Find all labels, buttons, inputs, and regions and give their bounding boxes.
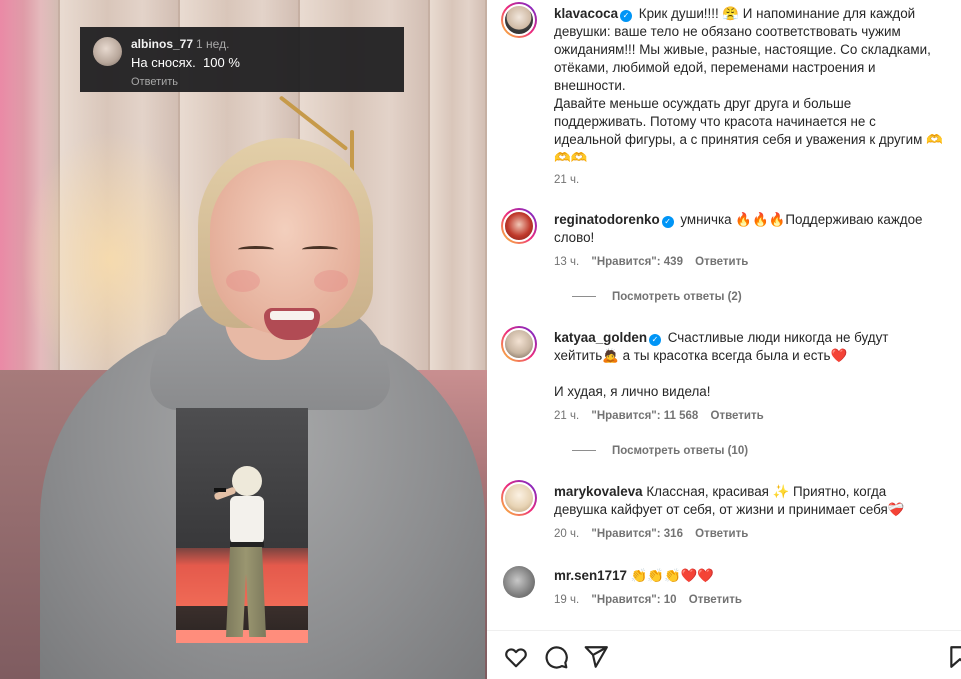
send-icon[interactable] <box>583 644 609 670</box>
post-caption: klavacoca ✓ Крик души!!!! 😤 И напоминание… <box>501 2 956 192</box>
comment-meta: 13 ч. "Нравится": 439 Ответить <box>554 256 757 268</box>
overlay-username[interactable]: albinos_77 <box>131 37 193 51</box>
eye <box>302 246 338 253</box>
comment-username[interactable]: katyaa_golden <box>554 330 647 345</box>
comment-body: mr.sen1717 👏👏👏❤️❤️ <box>554 567 954 585</box>
likes-count[interactable]: "Нравится": 11 568 <box>591 410 698 422</box>
overlay-time: 1 нед. <box>196 37 230 51</box>
video-player[interactable]: albinos_77 1 нед. На сносях. 100 % Ответи… <box>0 0 487 679</box>
comment-meta: 19 ч. "Нравится": 10 Ответить <box>554 594 751 606</box>
caption-line: Крик души!!!! 😤 И напоминание для каждой <box>638 6 916 21</box>
bookmark-icon[interactable] <box>947 644 961 670</box>
comment-meta: 20 ч. "Нравится": 316 Ответить <box>554 528 757 540</box>
comment-line: И худая, я лично видела! <box>554 384 711 399</box>
comment-body: katyaa_golden ✓ Счастливые люди никогда н… <box>554 329 954 401</box>
performer-top <box>230 496 264 544</box>
comment-line: Классная, красивая ✨ Приятно, когда <box>646 484 887 499</box>
microphone <box>214 488 226 492</box>
view-replies-label: Посмотреть ответы (10) <box>612 445 749 457</box>
overlay-comment-text: На сносях. 100 % <box>131 55 240 70</box>
comment-item: katyaa_golden ✓ Счастливые люди никогда н… <box>501 326 956 461</box>
verified-badge-icon: ✓ <box>661 216 674 228</box>
comment-body: reginatodorenko ✓ умничка 🔥🔥🔥Поддерживаю … <box>554 211 954 247</box>
overlay-comment-header: albinos_77 1 нед. <box>131 37 229 51</box>
performer-belt <box>230 542 264 547</box>
comment-meta: 21 ч. "Нравится": 11 568 Ответить <box>554 410 773 422</box>
comment-item: mr.sen1717 👏👏👏❤️❤️ 19 ч. "Нравится": 10 … <box>501 564 956 624</box>
divider-line <box>572 296 596 298</box>
avatar[interactable] <box>501 208 537 244</box>
comment-line: хейтить🙇 а ты красотка всегда была и ест… <box>554 348 848 363</box>
performer-hair <box>232 466 262 496</box>
comments-panel[interactable]: klavacoca ✓ Крик души!!!! 😤 И напоминание… <box>487 0 961 630</box>
reply-button[interactable]: Ответить <box>689 594 742 606</box>
view-replies-button[interactable]: Посмотреть ответы (10) <box>572 445 748 457</box>
teeth <box>270 311 314 320</box>
comment-body: marykovaleva Классная, красивая ✨ Приятн… <box>554 483 954 519</box>
avatar[interactable] <box>501 326 537 362</box>
caption-line: Давайте меньше осуждать друг друга и бол… <box>554 96 852 111</box>
avatar[interactable] <box>501 480 537 516</box>
comment-line: 👏👏👏❤️❤️ <box>630 568 715 583</box>
caption-line: внешности. <box>554 78 626 93</box>
verified-badge-icon: ✓ <box>620 10 633 22</box>
comment-time: 13 ч. <box>554 256 580 268</box>
comment-bubble-icon[interactable] <box>543 644 569 670</box>
likes-count[interactable]: "Нравится": 316 <box>591 528 683 540</box>
reply-button[interactable]: Ответить <box>711 410 764 422</box>
caption-line: девушки: ваше тело не обязано соответств… <box>554 24 901 39</box>
concert-inset-image <box>176 408 308 643</box>
comment-line: слово! <box>554 230 595 245</box>
likes-count[interactable]: "Нравится": 10 <box>591 594 676 606</box>
reply-button[interactable]: Ответить <box>695 528 748 540</box>
heart-icon[interactable] <box>503 644 529 670</box>
post-meta: 21 ч. <box>554 174 588 186</box>
comment-username[interactable]: mr.sen1717 <box>554 568 627 583</box>
reply-button[interactable]: Ответить <box>695 256 748 268</box>
view-replies-button[interactable]: Посмотреть ответы (2) <box>572 291 742 303</box>
caption-line: 🫶🫶 <box>554 150 588 165</box>
cheek <box>226 270 260 292</box>
avatar[interactable] <box>93 37 122 66</box>
comment-line: умничка 🔥🔥🔥Поддерживаю каждое <box>680 212 923 227</box>
overlay-reply-link[interactable]: Ответить <box>131 76 178 88</box>
comment-username[interactable]: reginatodorenko <box>554 212 660 227</box>
comment-item: marykovaleva Классная, красивая ✨ Приятн… <box>501 480 956 550</box>
comment-item: reginatodorenko ✓ умничка 🔥🔥🔥Поддерживаю … <box>501 208 956 308</box>
avatar[interactable] <box>501 2 537 38</box>
eye <box>238 246 274 253</box>
divider-line <box>572 450 596 452</box>
view-replies-label: Посмотреть ответы (2) <box>612 291 742 303</box>
comment-time: 19 ч. <box>554 594 580 606</box>
comment-line: девушка кайфует от себя, от жизни и прин… <box>554 502 905 517</box>
caption-line: идеальной фигуры, а с принятия себя и ув… <box>554 132 943 147</box>
avatar[interactable] <box>503 566 535 598</box>
post-time: 21 ч. <box>554 174 580 186</box>
post-action-bar <box>487 630 961 679</box>
likes-count[interactable]: "Нравится": 439 <box>591 256 683 268</box>
caption-line: ожиданиям!!! Мы живые, разные, настоящие… <box>554 42 931 57</box>
pinned-comment-overlay: albinos_77 1 нед. На сносях. 100 % Ответи… <box>80 27 404 92</box>
comment-time: 21 ч. <box>554 410 580 422</box>
cheek <box>314 270 348 292</box>
comment-line: Счастливые люди никогда не будут <box>667 330 889 345</box>
wall-panel <box>430 0 487 390</box>
verified-badge-icon: ✓ <box>649 334 662 346</box>
caption-line: отёками, любимой едой, переменами настро… <box>554 60 876 75</box>
comment-username[interactable]: marykovaleva <box>554 484 643 499</box>
comment-time: 20 ч. <box>554 528 580 540</box>
caption-line: поддерживать. Потому что красота начинае… <box>554 114 876 129</box>
caption-body: klavacoca ✓ Крик души!!!! 😤 И напоминание… <box>554 5 954 167</box>
post-username[interactable]: klavacoca <box>554 6 618 21</box>
